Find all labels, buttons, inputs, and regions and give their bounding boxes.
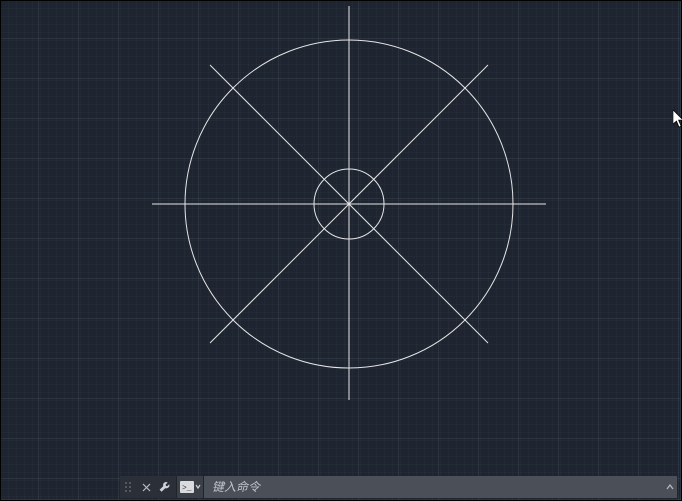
drag-handle-icon[interactable] — [120, 476, 138, 498]
close-icon[interactable] — [138, 476, 154, 498]
drawing-canvas[interactable] — [0, 0, 682, 501]
axis-diagonal-2 — [210, 65, 488, 343]
command-input[interactable] — [204, 476, 663, 498]
viewport-border — [0, 0, 682, 501]
command-bar: >_ — [120, 476, 677, 498]
outer-circle — [185, 40, 513, 368]
drawing-geometry — [0, 0, 682, 501]
svg-text:>_: >_ — [182, 484, 192, 493]
customize-icon[interactable] — [154, 476, 176, 498]
inner-circle — [314, 169, 384, 239]
recent-inputs-button[interactable]: >_ — [176, 476, 204, 498]
axis-diagonal-1 — [210, 65, 488, 343]
expand-up-icon[interactable] — [663, 476, 677, 498]
